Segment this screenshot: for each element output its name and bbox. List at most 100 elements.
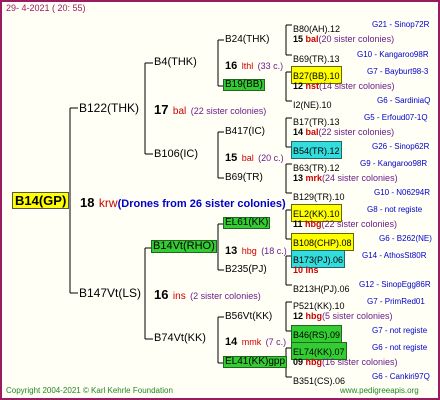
gen2-3-race: hbg [241, 246, 257, 256]
gen4-label: I2(NE).10 [293, 100, 332, 110]
sister-race: hbg [305, 311, 323, 321]
gen2-1-race: lthl [241, 61, 254, 71]
queen-gen2-2[interactable]: B106(IC) [154, 149, 198, 160]
gen4-ref: G7 - Bayburt98-3 [367, 67, 429, 76]
gen1-1-info: 17 bal (22 sister colonies) [154, 102, 266, 118]
gen4-sister: 15 bal(20 sister colonies) [293, 35, 394, 44]
queen-gen3-4[interactable]: B69(TR) [225, 173, 263, 183]
queen-gen2-4[interactable]: B74Vt(KK) [154, 333, 206, 344]
sister-count: (22 sister colonies) [318, 127, 395, 137]
queen-gen3-1[interactable]: B24(THK) [225, 35, 269, 45]
gen1-2-race: ins [172, 291, 186, 302]
gen4-ref: G6 - Cankiri97Q [372, 372, 430, 381]
gen2-4-info: 14 mmk (7 c.) [225, 333, 286, 349]
gen2-3-info: 13 hbg (18 c.) [225, 242, 287, 258]
sister-race: mrk [305, 173, 323, 183]
queen-gen3-7[interactable]: B56Vt(KK) [225, 312, 272, 322]
sister-count: (20 sister colonies) [318, 34, 395, 44]
gen4-label: B54(TR).12 [293, 146, 340, 156]
gen1-2-info: 16 ins (2 sister colonies) [154, 287, 261, 303]
gen4-row[interactable]: B69(TR).13 [293, 50, 340, 66]
sister-race: nst [305, 81, 320, 91]
sister-count: (5 sister colonies) [322, 311, 393, 321]
gen4-ref: G6 - SardiniaQ [377, 96, 431, 105]
gen2-2-note: (20 c.) [258, 153, 284, 163]
gen4-label: B80(AH).12 [293, 24, 341, 34]
gen1-2-note: (2 sister colonies) [190, 291, 261, 301]
pedigree-frame: 29- 4-2021 ( 20: 55) B14(GP) 18 krw(Dron… [0, 0, 440, 400]
queen-gen3-8[interactable]: EL41(KK)gpp [223, 356, 288, 368]
sister-num: 09 [293, 357, 306, 367]
gen2-3-note: (18 c.) [261, 246, 287, 256]
queen-root[interactable]: B14(GP) [12, 192, 70, 209]
gen2-2-race: bal [241, 153, 254, 163]
gen4-race-line: 10 ins [293, 265, 319, 275]
generated-date: 29- 4-2021 ( 20: 55) [6, 3, 86, 13]
footer-copyright: Copyright 2004-2021 © Karl Kehrle Founda… [6, 386, 173, 395]
sister-race: bal [305, 127, 319, 137]
queen-gen3-2[interactable]: B19(BB) [223, 79, 265, 91]
gen1-2-num: 16 [154, 287, 169, 302]
gen2-1-note: (33 c.) [257, 61, 284, 71]
gen4-label: B27(BB).10 [293, 71, 340, 81]
gen4-ref: G5 - Erfoud07-1Q [364, 113, 428, 122]
gen4-row[interactable]: B54(TR).12 [291, 141, 342, 159]
sister-count: (14 sister colonies) [319, 81, 395, 91]
gen4-ref: G10 - N06294R [374, 188, 431, 197]
gen2-1-num: 16 [225, 60, 238, 72]
sister-num: 11 [293, 219, 306, 229]
gen4-row[interactable]: I2(NE).10 [293, 96, 332, 112]
gen4-ref: G26 - Sinop62R [372, 142, 430, 151]
queen-gen2-1[interactable]: B4(THK) [154, 57, 197, 68]
queen-gen3-6[interactable]: B235(PJ) [225, 265, 267, 275]
gen4-label: EL74(KK).07 [293, 347, 345, 357]
gen4-label: B69(TR).13 [293, 54, 340, 64]
gen4-ref: G10 - Kangaroo98R [357, 50, 429, 59]
gen4-ref: G14 - AthosSt80R [362, 251, 427, 260]
gen1-1-num: 17 [154, 102, 169, 117]
gen4-label: EL2(KK).10 [293, 209, 340, 219]
gen4-sister: 13 mrk(24 sister colonies) [293, 174, 398, 183]
gen4-label: B351(CS).06 [293, 376, 346, 386]
queen-gen1-1[interactable]: B122(THK) [79, 102, 139, 114]
root-num: 18 [80, 195, 95, 210]
gen4-row[interactable]: B351(CS).06 [293, 372, 345, 388]
gen4-ref: G8 - not registe [367, 205, 423, 214]
gen2-2-info: 15 bal (20 c.) [225, 149, 284, 165]
gen1-1-race: bal [172, 106, 187, 117]
gen4-ref: G9 - Kangaroo98R [360, 159, 428, 168]
footer-url-link[interactable]: www.pedigreeapis.org [340, 387, 419, 395]
sister-race: hbg [305, 357, 323, 367]
gen4-sister: 14 bal(22 sister colonies) [293, 128, 394, 137]
gen2-2-num: 15 [225, 152, 238, 164]
gen4-label: B173(PJ).06 [293, 255, 344, 265]
root-drones: (Drones from 26 sister colonies) [117, 198, 286, 210]
sister-num: 13 [293, 173, 306, 183]
gen4-label: B17(TR).13 [293, 117, 340, 127]
gen4-row[interactable]: B108(CHP).08 [291, 233, 354, 251]
gen4-label: B129(TR).10 [293, 192, 345, 202]
sister-count: (22 sister colonies) [321, 219, 398, 229]
queen-gen2-3[interactable]: B14Vt(RHO) [151, 240, 217, 253]
gen2-4-race: mmk [241, 337, 262, 347]
gen1-1-note: (22 sister colonies) [190, 106, 267, 116]
gen2-1-info: 16 lthl (33 c.) [225, 57, 283, 73]
gen4-label: P521(KK).10 [293, 301, 345, 311]
queen-gen1-2[interactable]: B147Vt(LS) [79, 287, 141, 299]
gen4-label: B63(TR).12 [293, 163, 340, 173]
gen4-row[interactable]: B46(RS).09 [291, 325, 343, 343]
sister-num: 12 [293, 311, 306, 321]
queen-gen3-5[interactable]: EL61(KK) [223, 217, 271, 229]
gen4-row[interactable]: B129(TR).10 [293, 188, 345, 204]
gen4-ref: G7 - PrimRed01 [367, 297, 425, 306]
gen4-row[interactable]: B213H(PJ).06 [293, 280, 350, 296]
root-race: krw [98, 196, 118, 210]
gen2-4-num: 14 [225, 336, 238, 348]
queen-gen3-3[interactable]: B417(IC) [225, 127, 265, 137]
sister-num: 14 [293, 127, 306, 137]
root-info: 18 krw(Drones from 26 sister colonies) [80, 195, 286, 211]
gen2-3-num: 13 [225, 245, 238, 257]
sister-num: 12 [293, 81, 306, 91]
sister-count: (16 sister colonies) [322, 357, 398, 367]
gen4-sister: 12 nst(14 sister colonies) [293, 82, 395, 91]
